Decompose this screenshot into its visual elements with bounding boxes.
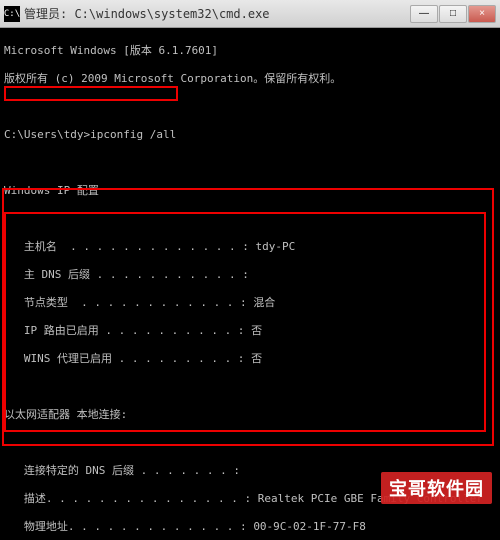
highlight-box-command (4, 86, 178, 101)
version-line: Microsoft Windows [版本 6.1.7601] (4, 44, 496, 58)
primary-dns-row: 主 DNS 后缀 . . . . . . . . . . . : (4, 268, 496, 282)
terminal-output[interactable]: Microsoft Windows [版本 6.1.7601] 版权所有 (c)… (0, 28, 500, 540)
prompt-path: C:\Users\tdy> (4, 128, 90, 141)
copyright-line: 版权所有 (c) 2009 Microsoft Corporation。保留所有… (4, 72, 496, 86)
watermark-label: 宝哥软件园 (381, 472, 492, 504)
maximize-button[interactable]: □ (439, 5, 467, 23)
minimize-button[interactable]: — (410, 5, 438, 23)
window-title: 管理员: C:\windows\system32\cmd.exe (24, 5, 410, 22)
adapter1-mac: 物理地址. . . . . . . . . . . . . : 00-9C-02… (4, 520, 496, 534)
window-titlebar: C:\ 管理员: C:\windows\system32\cmd.exe — □… (0, 0, 500, 28)
ip-routing-row: IP 路由已启用 . . . . . . . . . . : 否 (4, 324, 496, 338)
command-text: ipconfig /all (90, 128, 176, 141)
node-type-row: 节点类型 . . . . . . . . . . . . : 混合 (4, 296, 496, 310)
window-controls: — □ × (410, 5, 496, 23)
ip-config-heading: Windows IP 配置 (4, 184, 496, 198)
close-button[interactable]: × (468, 5, 496, 23)
adapter1-heading: 以太网适配器 本地连接: (4, 408, 496, 422)
hostname-value: tdy-PC (256, 240, 296, 253)
hostname-row: 主机名 . . . . . . . . . . . . . : tdy-PC (4, 240, 496, 254)
cmd-icon: C:\ (4, 6, 20, 22)
wins-proxy-row: WINS 代理已启用 . . . . . . . . . : 否 (4, 352, 496, 366)
prompt-line: C:\Users\tdy>ipconfig /all (4, 128, 496, 142)
